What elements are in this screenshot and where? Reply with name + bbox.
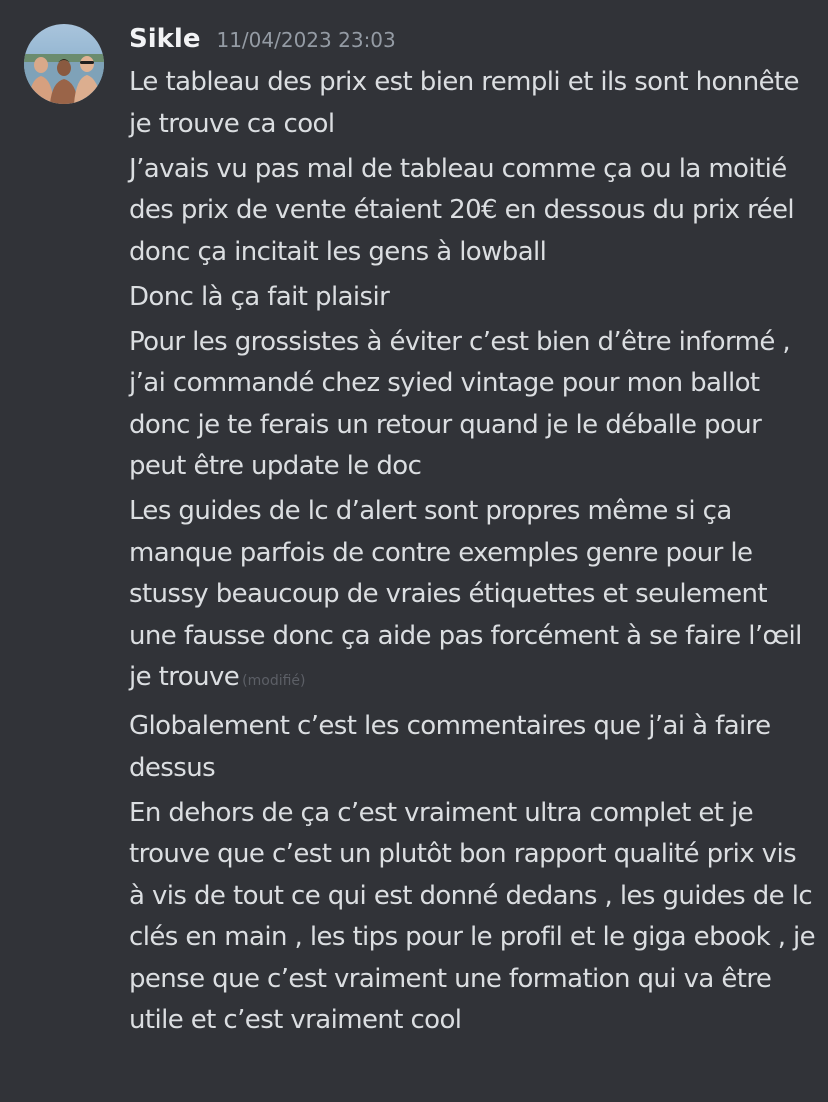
- message-text: Donc là ça fait plaisir: [129, 281, 390, 312]
- message: Pour les grossistes à éviter c’est bien …: [129, 322, 819, 488]
- message: J’avais vu pas mal de tableau comme ça o…: [129, 149, 819, 274]
- message: Globalement c’est les commentaires que j…: [129, 706, 819, 789]
- message-text: Globalement c’est les commentaires que j…: [129, 711, 771, 783]
- message-text: En dehors de ça c’est vraiment ultra com…: [129, 797, 816, 1036]
- message-list: Le tableau des prix est bien rempli et i…: [129, 62, 819, 1045]
- user-avatar[interactable]: [24, 24, 104, 104]
- author-name[interactable]: Sikle: [129, 24, 200, 54]
- message-timestamp: 11/04/2023 23:03: [216, 28, 396, 52]
- message-text: Les guides de lc d’alert sont propres mê…: [129, 496, 802, 692]
- avatar-photo: [24, 24, 104, 104]
- message: Donc là ça fait plaisir: [129, 277, 819, 319]
- message-text: J’avais vu pas mal de tableau comme ça o…: [129, 153, 795, 267]
- message: En dehors de ça c’est vraiment ultra com…: [129, 793, 819, 1042]
- message-header: Sikle 11/04/2023 23:03: [129, 24, 396, 58]
- edited-indicator: (modifié): [242, 673, 306, 689]
- message-text: Le tableau des prix est bien rempli et i…: [129, 67, 800, 139]
- message-text: Pour les grossistes à éviter c’est bien …: [129, 326, 791, 482]
- message: Le tableau des prix est bien rempli et i…: [129, 62, 819, 145]
- message: Les guides de lc d’alert sont propres mê…: [129, 491, 819, 703]
